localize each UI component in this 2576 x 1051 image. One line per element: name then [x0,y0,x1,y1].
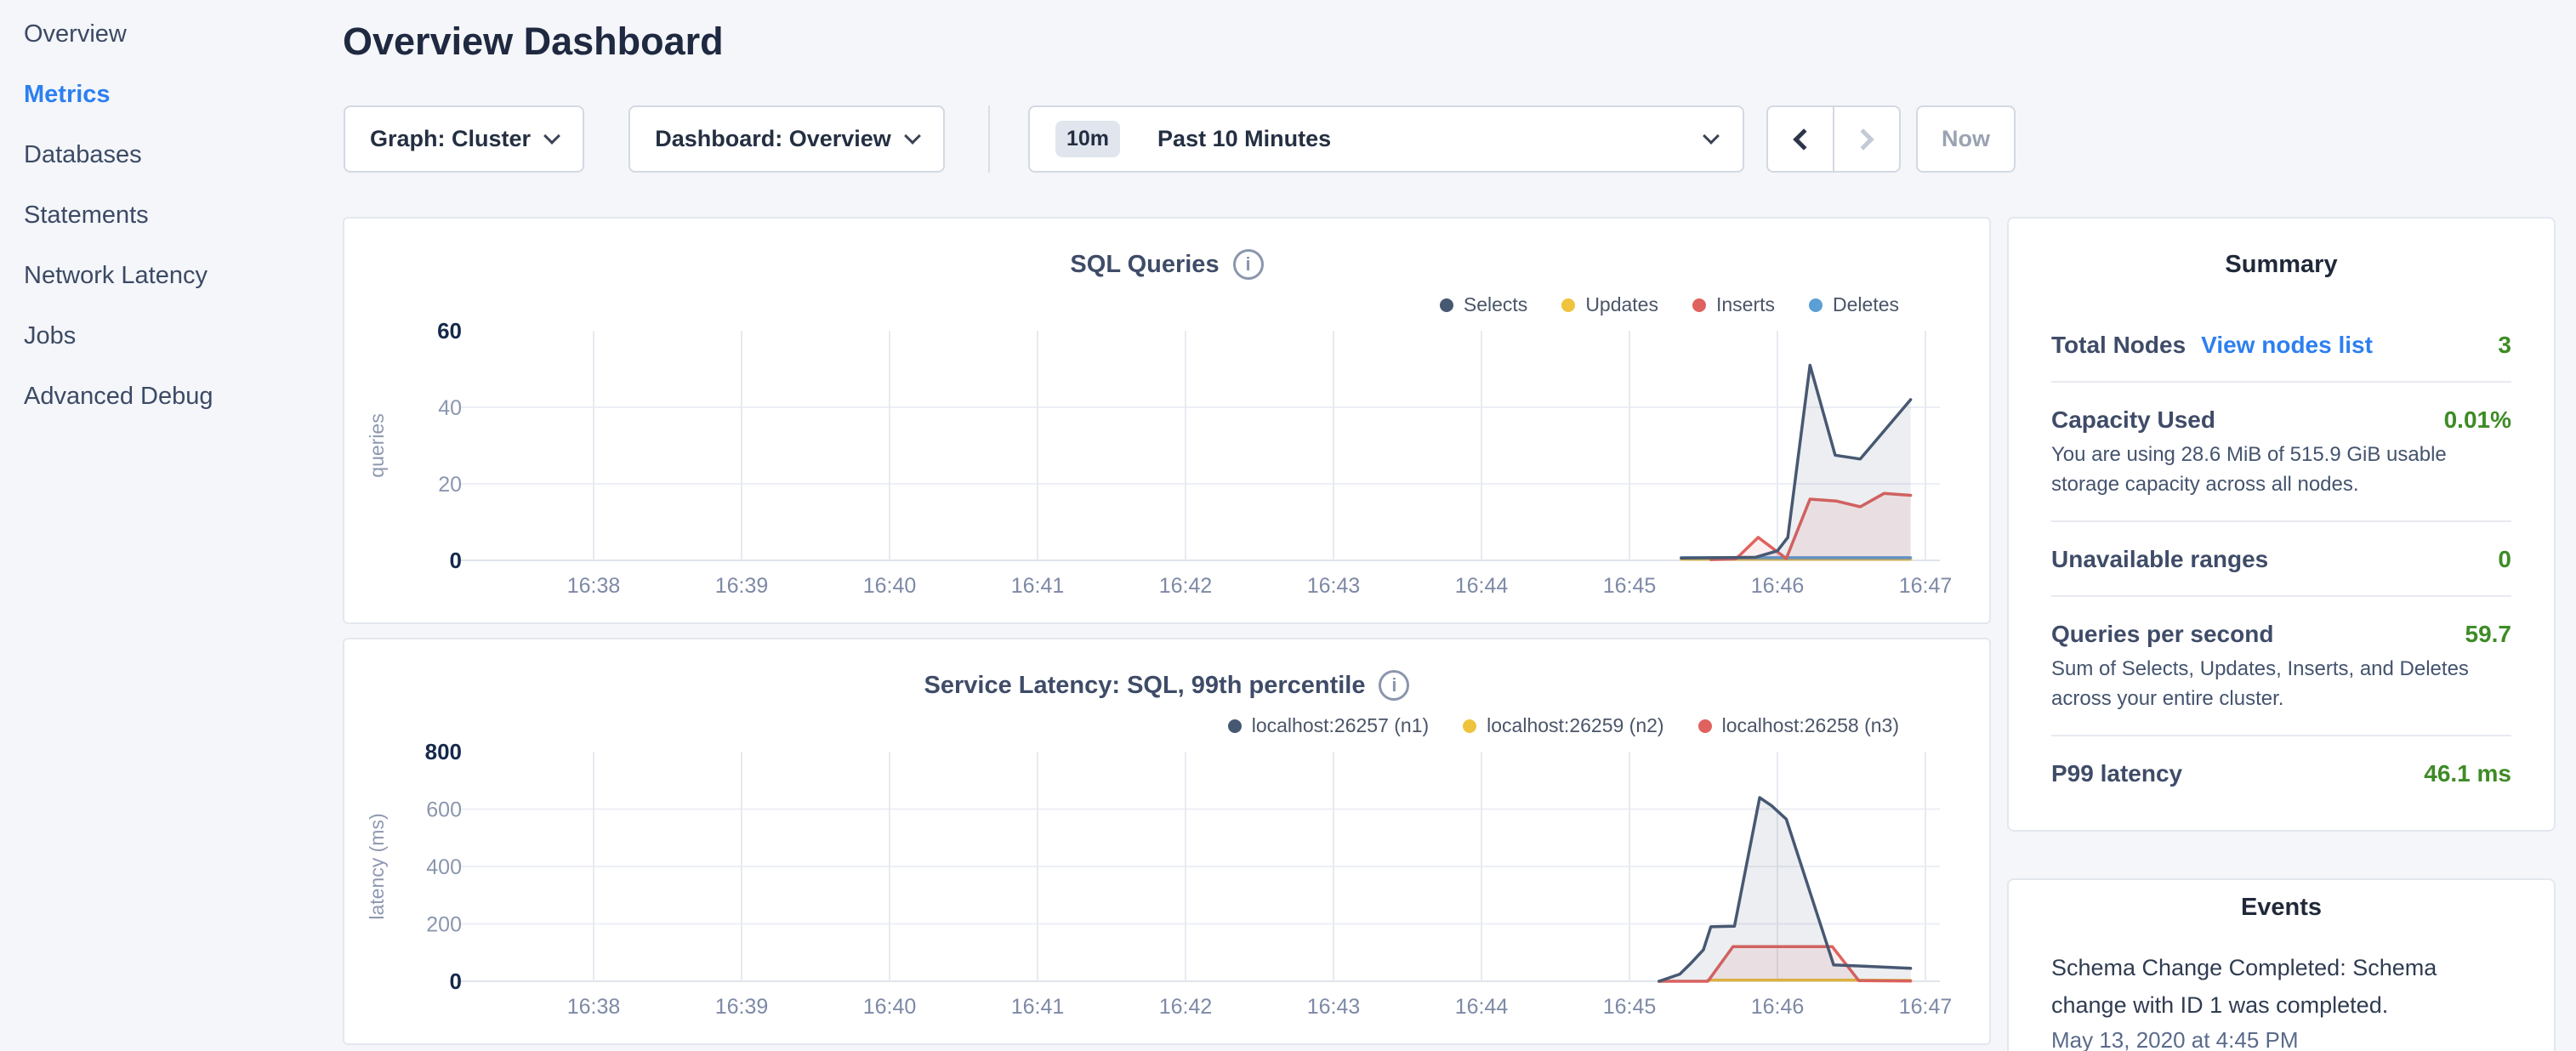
x-tick-label: 16:41 [1011,995,1065,1019]
event-message: Schema Change Completed: Schema change w… [2051,949,2511,1024]
summary-row-value: 0 [2498,546,2511,573]
events-title: Events [2051,880,2511,922]
summary-row-value: 3 [2498,332,2511,359]
chevron-left-icon [1793,128,1814,150]
x-tick-label: 16:42 [1159,574,1213,598]
summary-row-value: 59.7 [2465,621,2512,648]
x-tick-label: 16:47 [1899,574,1953,598]
now-button-label: Now [1942,126,1990,152]
x-tick-label: 16:46 [1751,574,1805,598]
summary-row-value: 0.01% [2444,406,2511,434]
chevron-down-icon [543,128,560,145]
y-tick-label: 400 [426,855,462,879]
summary-row: Queries per second 59.7 Sum of Selects, Up… [2051,597,2511,736]
time-range-badge: 10m [1055,121,1120,157]
x-tick-label: 16:44 [1455,574,1509,598]
sidebar-item-jobs[interactable]: Jobs [24,323,342,349]
x-tick-label: 16:38 [567,574,621,598]
x-tick-label: 16:46 [1751,995,1805,1019]
summary-row-label: Total Nodes [2051,331,2186,360]
app-window: Overview Metrics Databases Statements Networ… [0,0,2576,1051]
chevron-down-icon [904,128,921,145]
graph-dropdown-label: Graph: Cluster [370,126,531,152]
y-tick-label: 60 [437,318,462,344]
sql-queries-plot[interactable]: 16:38 16:39 16:40 16:41 16:42 16:43 16:44 16:45… [344,219,1993,626]
sidebar: Overview Metrics Databases Statements Networ… [0,0,342,1051]
x-tick-label: 16:47 [1899,995,1953,1019]
service-latency-plot[interactable]: 16:38 16:39 16:40 16:41 16:42 16:43 16:44 16:45… [344,639,1993,1047]
y-tick-label: 0 [450,969,462,994]
time-range-dropdown[interactable]: 10m Past 10 Minutes [1028,105,1744,173]
x-tick-label: 16:43 [1307,995,1361,1019]
x-tick-label: 16:43 [1307,574,1361,598]
sidebar-item-advanced-debug[interactable]: Advanced Debug [24,383,342,409]
x-tick-label: 16:45 [1603,995,1657,1019]
summary-row-label: P99 latency [2051,759,2182,788]
summary-row-description: Sum of Selects, Updates, Inserts, and De… [2051,654,2511,713]
summary-row-label: Capacity Used [2051,406,2215,435]
service-latency-chart-card: Service Latency: SQL, 99th percentile i … [343,638,1991,1045]
x-tick-label: 16:40 [863,574,917,598]
summary-title: Summary [2051,219,2511,279]
x-tick-label: 16:39 [715,574,769,598]
y-tick-label: 20 [438,473,462,497]
summary-row: Total Nodes View nodes list 3 [2051,308,2511,383]
y-tick-label: 600 [426,798,462,822]
x-tick-label: 16:40 [863,995,917,1019]
y-tick-label: 40 [438,396,462,420]
chevron-down-icon [1703,128,1720,145]
view-nodes-list-link[interactable]: View nodes list [2201,332,2373,359]
y-axis-label: queries [366,413,388,477]
series-area [1659,798,1911,981]
page-title: Overview Dashboard [343,19,724,65]
y-tick-label: 0 [450,548,462,573]
sidebar-item-databases[interactable]: Databases [24,142,342,168]
summary-row: Capacity Used 0.01% You are using 28.6 MiB… [2051,383,2511,522]
summary-row-value: 46.1 ms [2424,760,2511,787]
dashboard-dropdown-label: Dashboard: Overview [655,126,891,152]
sql-queries-chart-card: SQL Queries i SelectsUpdatesInsertsDelet… [343,217,1991,624]
sidebar-item-statements[interactable]: Statements [24,202,342,228]
summary-row-label: Unavailable ranges [2051,545,2268,574]
y-tick-label: 200 [426,913,462,937]
x-tick-label: 16:44 [1455,995,1509,1019]
dashboard-dropdown[interactable]: Dashboard: Overview [628,105,945,173]
x-tick-label: 16:45 [1603,574,1657,598]
graph-dropdown[interactable]: Graph: Cluster [344,105,584,173]
chevron-right-icon [1852,128,1874,150]
x-tick-label: 16:42 [1159,995,1213,1019]
time-step-forward-button[interactable] [1833,107,1899,171]
time-range-label: Past 10 Minutes [1157,126,1331,152]
time-step-back-button[interactable] [1768,107,1833,171]
sidebar-item-metrics[interactable]: Metrics [24,82,342,107]
x-tick-label: 16:39 [715,995,769,1019]
events-panel: Events Schema Change Completed: Schema c… [2007,878,2556,1051]
summary-row: Unavailable ranges 0 [2051,522,2511,597]
x-tick-label: 16:38 [567,995,621,1019]
y-tick-label: 800 [425,739,462,764]
now-button[interactable]: Now [1916,105,2016,173]
time-step-buttons [1766,105,1901,173]
sidebar-item-overview[interactable]: Overview [24,21,342,47]
controls-divider [988,105,990,173]
summary-row-label: Queries per second [2051,620,2273,649]
sidebar-item-network-latency[interactable]: Network Latency [24,263,342,288]
x-tick-label: 16:41 [1011,574,1065,598]
summary-row: P99 latency 46.1 ms [2051,736,2511,810]
event-timestamp: May 13, 2020 at 4:45 PM [2051,1027,2511,1051]
summary-row-description: You are using 28.6 MiB of 515.9 GiB usab… [2051,440,2511,499]
y-axis-label: latency (ms) [366,813,388,919]
summary-panel: Summary Total Nodes View nodes list 3 Capac… [2007,217,2556,832]
